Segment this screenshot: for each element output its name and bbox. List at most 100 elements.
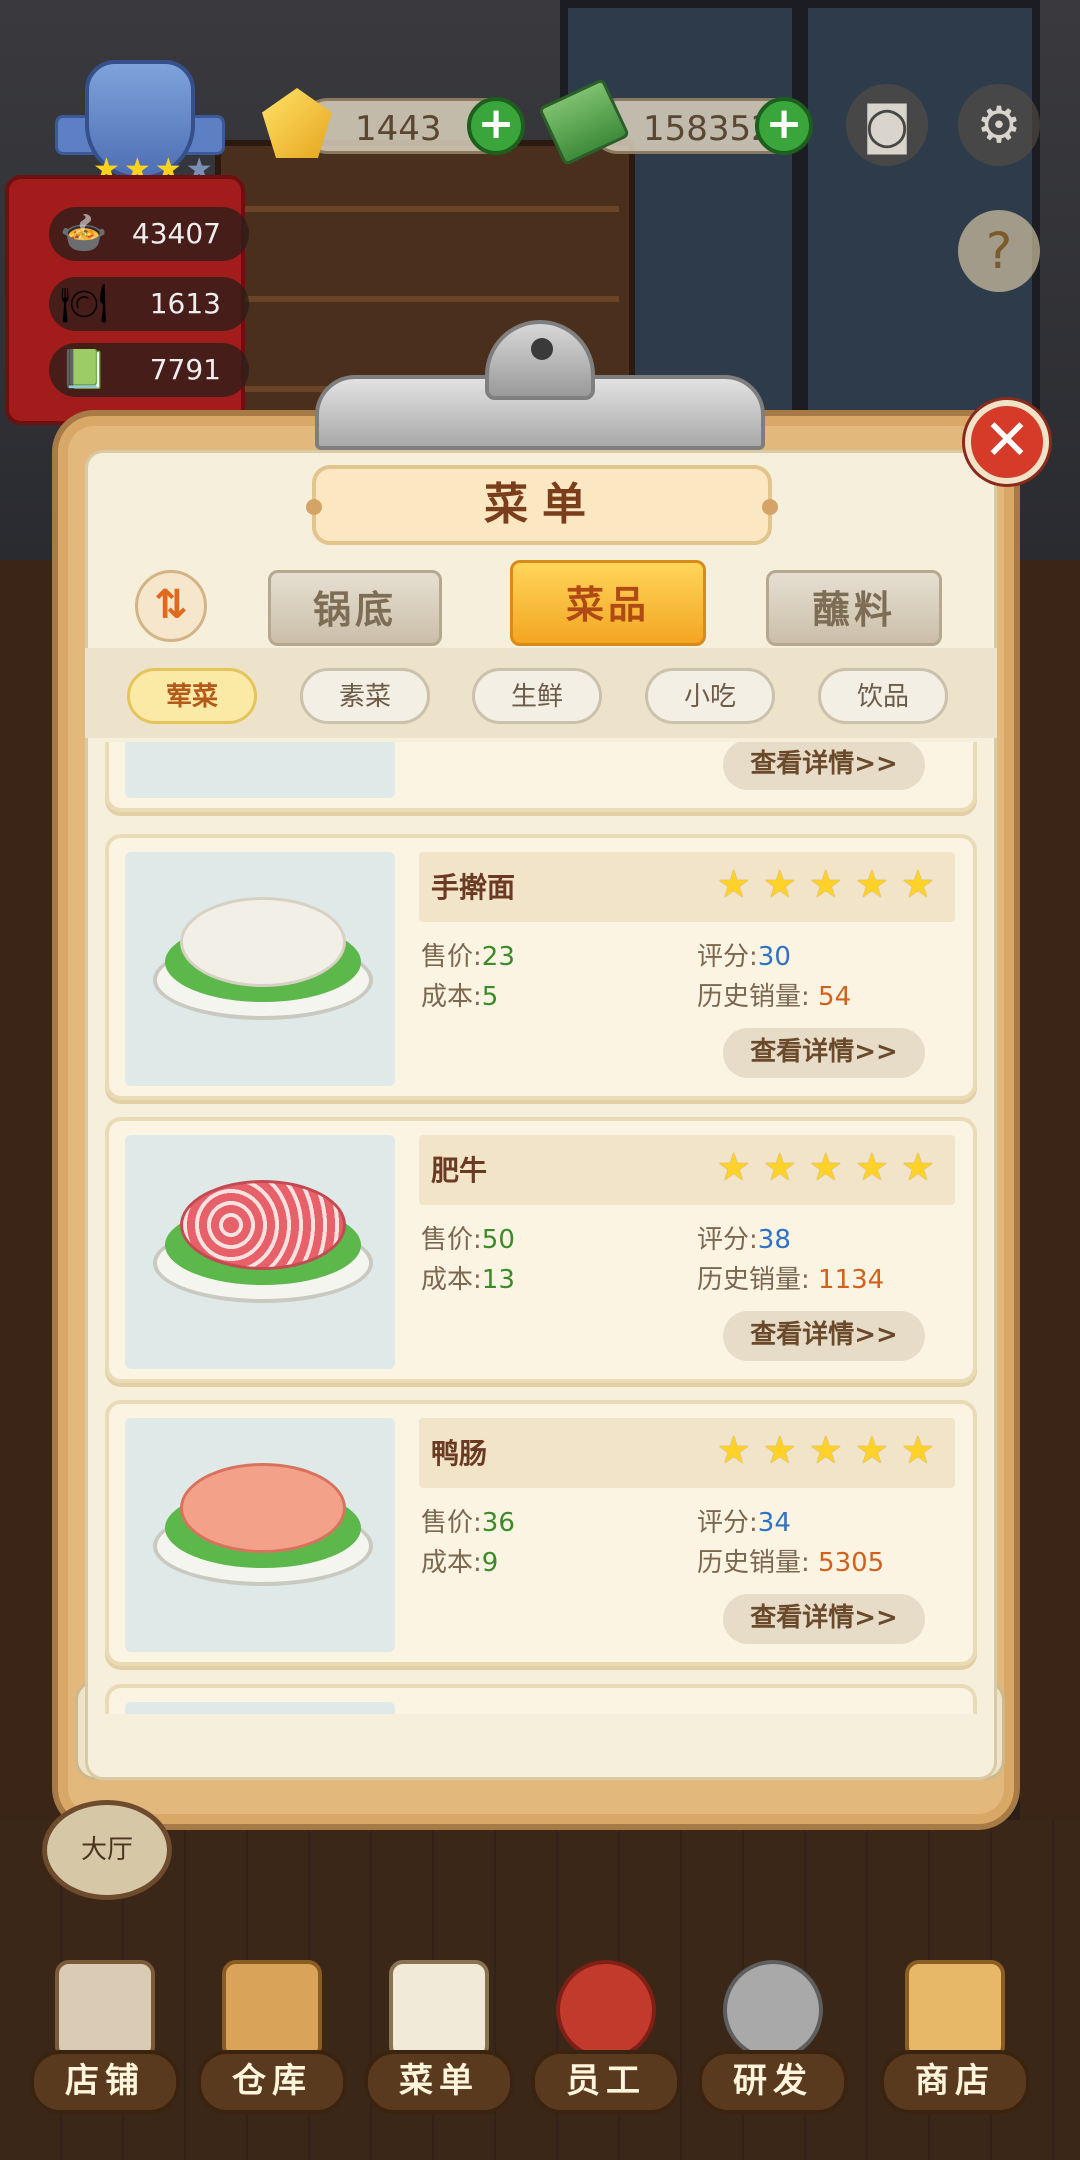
stat-row: 📗 7791 — [49, 343, 249, 397]
sales-line: 历史销量: 54 — [697, 982, 852, 1012]
dish-sales: 5305 — [818, 1548, 885, 1578]
dish-card: 手擀面 ★ ★ ★ ★ ★ 售价:23 成本:5 评分:30 历史销量: 54 查看详情… — [105, 834, 977, 1100]
star-icon: ★ — [854, 862, 889, 906]
nav-store[interactable]: 商店 — [870, 1930, 1040, 2160]
cost-line: 成本:13 — [421, 1265, 515, 1295]
add-cash-button[interactable]: + — [755, 97, 813, 155]
dish-name-row: 鸭肠 ★ ★ ★ ★ ★ — [419, 1418, 955, 1488]
star-icon: ★ — [762, 862, 797, 906]
dish-image — [125, 852, 395, 1086]
dish-card — [105, 1684, 977, 1714]
right-wall — [1020, 560, 1080, 1820]
dish-image — [125, 1135, 395, 1369]
settings-button[interactable]: ⚙ — [958, 84, 1040, 166]
dish-price: 50 — [481, 1225, 515, 1255]
dish-image — [125, 1702, 395, 1714]
store-icon — [905, 1960, 1005, 2060]
dish-name: 手擀面 — [431, 871, 516, 904]
gem-count: 1443 — [355, 109, 442, 149]
dish-list[interactable]: 查看详情>> 手擀面 ★ ★ ★ ★ ★ 售价:23 成本:5 评分:30 历史销量: … — [105, 742, 977, 1714]
star-icon: ★ — [854, 1428, 889, 1472]
dish-image — [125, 1418, 395, 1652]
sales-line: 历史销量: 1134 — [697, 1265, 885, 1295]
star-icon: ★ — [716, 1428, 751, 1472]
nav-label: 商店 — [880, 2050, 1030, 2114]
view-details-button[interactable]: 查看详情>> — [723, 742, 925, 790]
dish-rating: 30 — [757, 942, 791, 972]
subtab-snacks[interactable]: 小吃 — [645, 668, 775, 724]
guide-book-button[interactable]: ? — [958, 210, 1040, 292]
subtab-vegetable[interactable]: 素菜 — [300, 668, 430, 724]
star-icon: ★ — [854, 1145, 889, 1189]
nav-research[interactable]: 研发 — [688, 1930, 858, 2160]
dish-card: 鸭肠 ★ ★ ★ ★ ★ 售价:36 成本:9 评分:34 历史销量: 5305 查看详… — [105, 1400, 977, 1666]
star-icon: ★ — [716, 862, 751, 906]
rating-line: 评分:30 — [697, 942, 791, 972]
tab-dishes[interactable]: 菜品 — [510, 560, 706, 646]
price-line: 售价:36 — [421, 1508, 515, 1538]
dish-name: 肥牛 — [431, 1154, 488, 1187]
nav-shop-front[interactable]: 店铺 — [20, 1930, 190, 2160]
tab-sauces[interactable]: 蘸料 — [766, 570, 942, 646]
close-icon: ✕ — [983, 408, 1031, 473]
star-icon: ★ — [900, 862, 935, 906]
clipboard-clip — [315, 320, 765, 450]
gear-icon: ⚙ — [976, 96, 1022, 154]
stats-panel: 🍲 43407 🍽 1613 📗 7791 — [5, 175, 249, 425]
dish-card: 肥牛 ★ ★ ★ ★ ★ 售价:50 成本:13 评分:38 历史销量: 1134 查看… — [105, 1117, 977, 1383]
cash-count: 158352 — [643, 109, 773, 149]
tab-soup-base[interactable]: 锅底 — [268, 570, 442, 646]
star-icon: ★ — [808, 862, 843, 906]
dish-name-row: 肥牛 ★ ★ ★ ★ ★ — [419, 1135, 955, 1205]
close-button[interactable]: ✕ — [965, 400, 1049, 484]
dish-card: 查看详情>> — [105, 742, 977, 812]
book-icon: ? — [985, 222, 1013, 280]
stat-value: 43407 — [131, 217, 221, 250]
camera-icon: ◙ — [862, 96, 912, 154]
dish-rating: 34 — [757, 1508, 791, 1538]
stat-row: 🍽 1613 — [49, 277, 249, 331]
gem-counter: 1443 + — [300, 97, 525, 155]
star-icon: ★ — [808, 1428, 843, 1472]
stat-value: 7791 — [149, 353, 221, 386]
dish-name-row: 手擀面 ★ ★ ★ ★ ★ — [419, 852, 955, 922]
chef-icon — [556, 1960, 656, 2060]
pot-icon: 🍲 — [60, 211, 108, 255]
hall-button[interactable]: 大厅 — [42, 1800, 172, 1900]
sales-line: 历史销量: 5305 — [697, 1548, 885, 1578]
dish-cost: 5 — [481, 982, 499, 1012]
stat-value: 1613 — [149, 287, 221, 320]
star-icon: ★ — [900, 1145, 935, 1189]
price-line: 售价:23 — [421, 942, 515, 972]
camera-button[interactable]: ◙ — [846, 84, 928, 166]
duck-intestine-icon — [180, 1463, 346, 1553]
dish-price: 36 — [481, 1508, 515, 1538]
storefront-icon — [55, 1960, 155, 2060]
view-details-button[interactable]: 查看详情>> — [723, 1311, 925, 1361]
view-details-button[interactable]: 查看详情>> — [723, 1028, 925, 1078]
star-icon: ★ — [808, 1145, 843, 1189]
nav-warehouse[interactable]: 仓库 — [187, 1930, 357, 2160]
dish-stars: ★ ★ ★ ★ ★ — [717, 1145, 935, 1189]
menu-title: 菜单 — [306, 465, 778, 545]
dish-cost: 9 — [481, 1548, 499, 1578]
star-icon: ★ — [716, 1145, 751, 1189]
sort-arrows-icon: ⇅ — [154, 582, 188, 628]
add-gems-button[interactable]: + — [467, 97, 525, 155]
subtab-fresh[interactable]: 生鲜 — [472, 668, 602, 724]
nav-staff[interactable]: 员工 — [521, 1930, 691, 2160]
nav-menu[interactable]: 菜单 — [354, 1930, 524, 2160]
restaurant-level-badge[interactable]: ★ ★ ★ ★ — [55, 60, 225, 190]
subtab-drinks[interactable]: 饮品 — [818, 668, 948, 724]
subtab-meat[interactable]: 荤菜 — [127, 668, 257, 724]
nav-label: 店铺 — [30, 2050, 180, 2114]
dish-cost: 13 — [481, 1265, 515, 1295]
dish-stars: ★ ★ ★ ★ ★ — [717, 1428, 935, 1472]
menu-book-icon: 📗 — [60, 347, 108, 391]
dish-rating: 38 — [757, 1225, 791, 1255]
cloche-icon: 🍽 — [59, 281, 109, 325]
sort-button[interactable]: ⇅ — [135, 570, 207, 642]
star-icon: ★ — [762, 1428, 797, 1472]
nav-label: 菜单 — [364, 2050, 514, 2114]
view-details-button[interactable]: 查看详情>> — [723, 1594, 925, 1644]
